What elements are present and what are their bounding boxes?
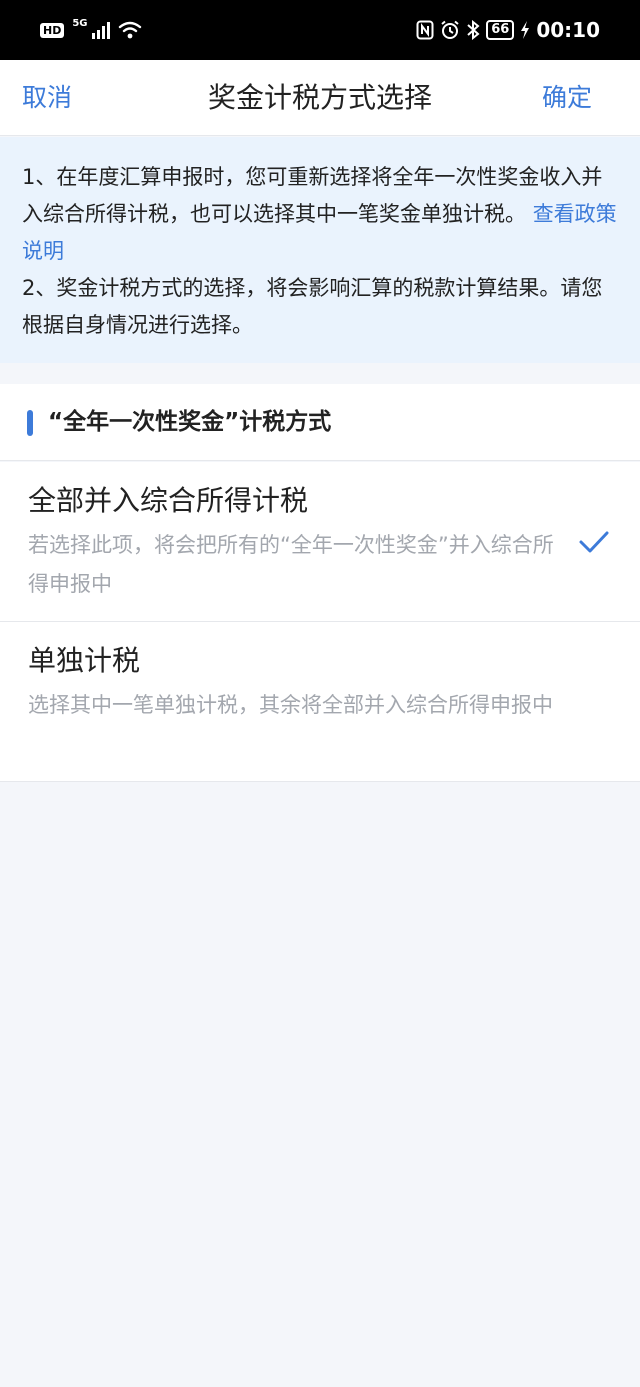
alarm-icon	[441, 20, 459, 39]
notice-line2: 2、奖金计税方式的选择，将会影响汇算的税款计算结果。请您根据自身情况进行选择。	[22, 276, 603, 337]
section-title: “全年一次性奖金”计税方式	[48, 409, 332, 435]
notice-line1: 1、在年度汇算申报时，您可重新选择将全年一次性奖金收入并入综合所得计税，也可以选…	[22, 165, 603, 226]
option-description: 选择其中一笔单独计税，其余将全部并入综合所得申报中	[28, 693, 553, 717]
clock: 00:10	[536, 18, 600, 42]
wifi-icon	[118, 21, 141, 39]
nav-bar: 奖金计税方式选择 取消 确定	[0, 60, 640, 136]
signal-icon	[91, 21, 110, 39]
status-left: HD 5G	[40, 0, 142, 60]
option-title: 单独计税	[28, 644, 141, 677]
section-accent-bar	[27, 410, 33, 436]
option-merge-comprehensive[interactable]: 全部并入综合所得计税 若选择此项，将会把所有的“全年一次性奖金”并入综合所得申报…	[0, 462, 640, 622]
bluetooth-icon	[467, 20, 480, 40]
cancel-button[interactable]: 取消	[22, 60, 72, 136]
check-icon	[579, 531, 609, 553]
confirm-button[interactable]: 确定	[542, 60, 592, 136]
hd-badge: HD	[40, 22, 65, 38]
status-right: 66 00:10	[416, 0, 600, 60]
nfc-icon	[416, 20, 434, 40]
option-title: 全部并入综合所得计税	[28, 484, 309, 517]
notice-panel: 1、在年度汇算申报时，您可重新选择将全年一次性奖金收入并入综合所得计税，也可以选…	[0, 137, 640, 363]
option-separate-tax[interactable]: 单独计税 选择其中一笔单独计税，其余将全部并入综合所得申报中	[0, 622, 640, 782]
network-type: 5G	[72, 18, 88, 29]
section-header: “全年一次性奖金”计税方式	[0, 384, 640, 461]
battery-icon: 66	[486, 20, 515, 40]
charging-icon	[521, 21, 530, 39]
status-bar: HD 5G 66 00:10	[0, 0, 640, 60]
option-description: 若选择此项，将会把所有的“全年一次性奖金”并入综合所得申报中	[28, 533, 554, 596]
